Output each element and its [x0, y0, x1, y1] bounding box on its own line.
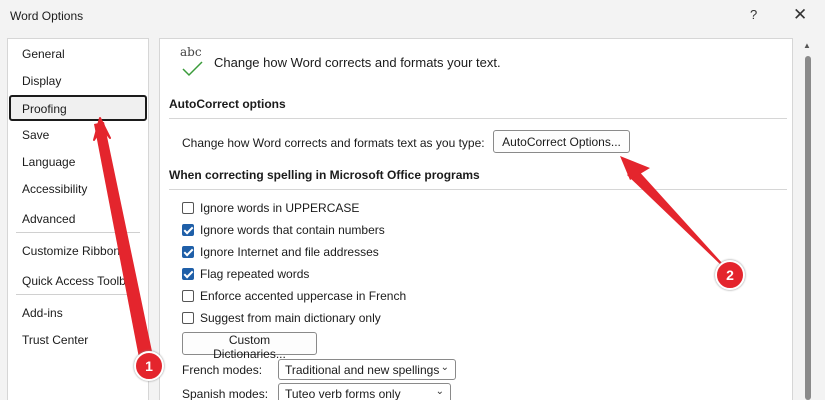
sidebar-item-accessibility[interactable]: Accessibility: [22, 182, 87, 196]
sidebar-divider: [16, 232, 140, 233]
option-label: Suggest from main dictionary only: [200, 311, 381, 325]
scroll-up-arrow-icon[interactable]: ▲: [803, 41, 811, 50]
sidebar-item-quick-access-toolbar[interactable]: Quick Access Toolbar: [22, 274, 144, 288]
window-title: Word Options: [10, 9, 84, 23]
close-button[interactable]: ✕: [793, 5, 807, 25]
chevron-down-icon: ⌄: [435, 386, 444, 397]
vertical-scrollbar[interactable]: ▲: [800, 38, 816, 400]
autocorrect-description: Change how Word corrects and formats tex…: [182, 136, 485, 150]
help-button[interactable]: ?: [750, 7, 757, 22]
proofing-panel: abc Change how Word corrects and formats…: [159, 38, 793, 400]
abc-check-icon: abc: [180, 45, 208, 79]
sidebar-item-display[interactable]: Display: [22, 74, 61, 88]
sidebar-item-proofing[interactable]: Proofing: [9, 95, 147, 121]
page-description: Change how Word corrects and formats you…: [214, 55, 501, 70]
checkbox[interactable]: [182, 290, 194, 302]
section-divider: [169, 118, 787, 119]
spelling-section-title: When correcting spelling in Microsoft Of…: [169, 168, 480, 182]
sidebar-item-trust-center[interactable]: Trust Center: [22, 333, 88, 347]
sidebar-divider: [16, 294, 140, 295]
annotation-badge-2: 2: [715, 260, 745, 290]
custom-dictionaries-button[interactable]: Custom Dictionaries...: [182, 332, 317, 361]
sidebar-item-language[interactable]: Language: [22, 155, 75, 169]
scroll-thumb[interactable]: [805, 56, 811, 400]
sidebar-item-general[interactable]: General: [22, 47, 65, 61]
sidebar-item-advanced[interactable]: Advanced: [22, 212, 75, 226]
select-value: Traditional and new spellings: [285, 363, 440, 377]
sidebar-item-save[interactable]: Save: [22, 128, 49, 142]
option-label: Ignore words that contain numbers: [200, 223, 385, 237]
sidebar-item-customize-ribbon[interactable]: Customize Ribbon: [22, 244, 120, 258]
sidebar-item-add-ins[interactable]: Add-ins: [22, 306, 63, 320]
checkbox[interactable]: [182, 202, 194, 214]
option-label: Ignore Internet and file addresses: [200, 245, 379, 259]
spanish-modes-select[interactable]: Tuteo verb forms only ⌄: [278, 383, 451, 400]
checkbox[interactable]: [182, 224, 194, 236]
section-divider: [169, 189, 787, 190]
checkbox[interactable]: [182, 268, 194, 280]
chevron-down-icon: ⌄: [440, 362, 449, 373]
checkbox[interactable]: [182, 246, 194, 258]
option-label: Enforce accented uppercase in French: [200, 289, 407, 303]
option-label: Ignore words in UPPERCASE: [200, 201, 360, 215]
annotation-badge-1: 1: [134, 351, 164, 381]
autocorrect-options-button[interactable]: AutoCorrect Options...: [493, 130, 630, 153]
title-bar: Word Options ? ✕: [0, 0, 825, 32]
french-modes-label: French modes:: [182, 363, 263, 377]
autocorrect-section-title: AutoCorrect options: [169, 97, 286, 111]
french-modes-select[interactable]: Traditional and new spellings ⌄: [278, 359, 456, 380]
spanish-modes-label: Spanish modes:: [182, 387, 269, 400]
select-value: Tuteo verb forms only: [285, 387, 401, 400]
option-label: Flag repeated words: [200, 267, 310, 281]
checkbox[interactable]: [182, 312, 194, 324]
sidebar: General Display Proofing Save Language A…: [7, 38, 149, 400]
